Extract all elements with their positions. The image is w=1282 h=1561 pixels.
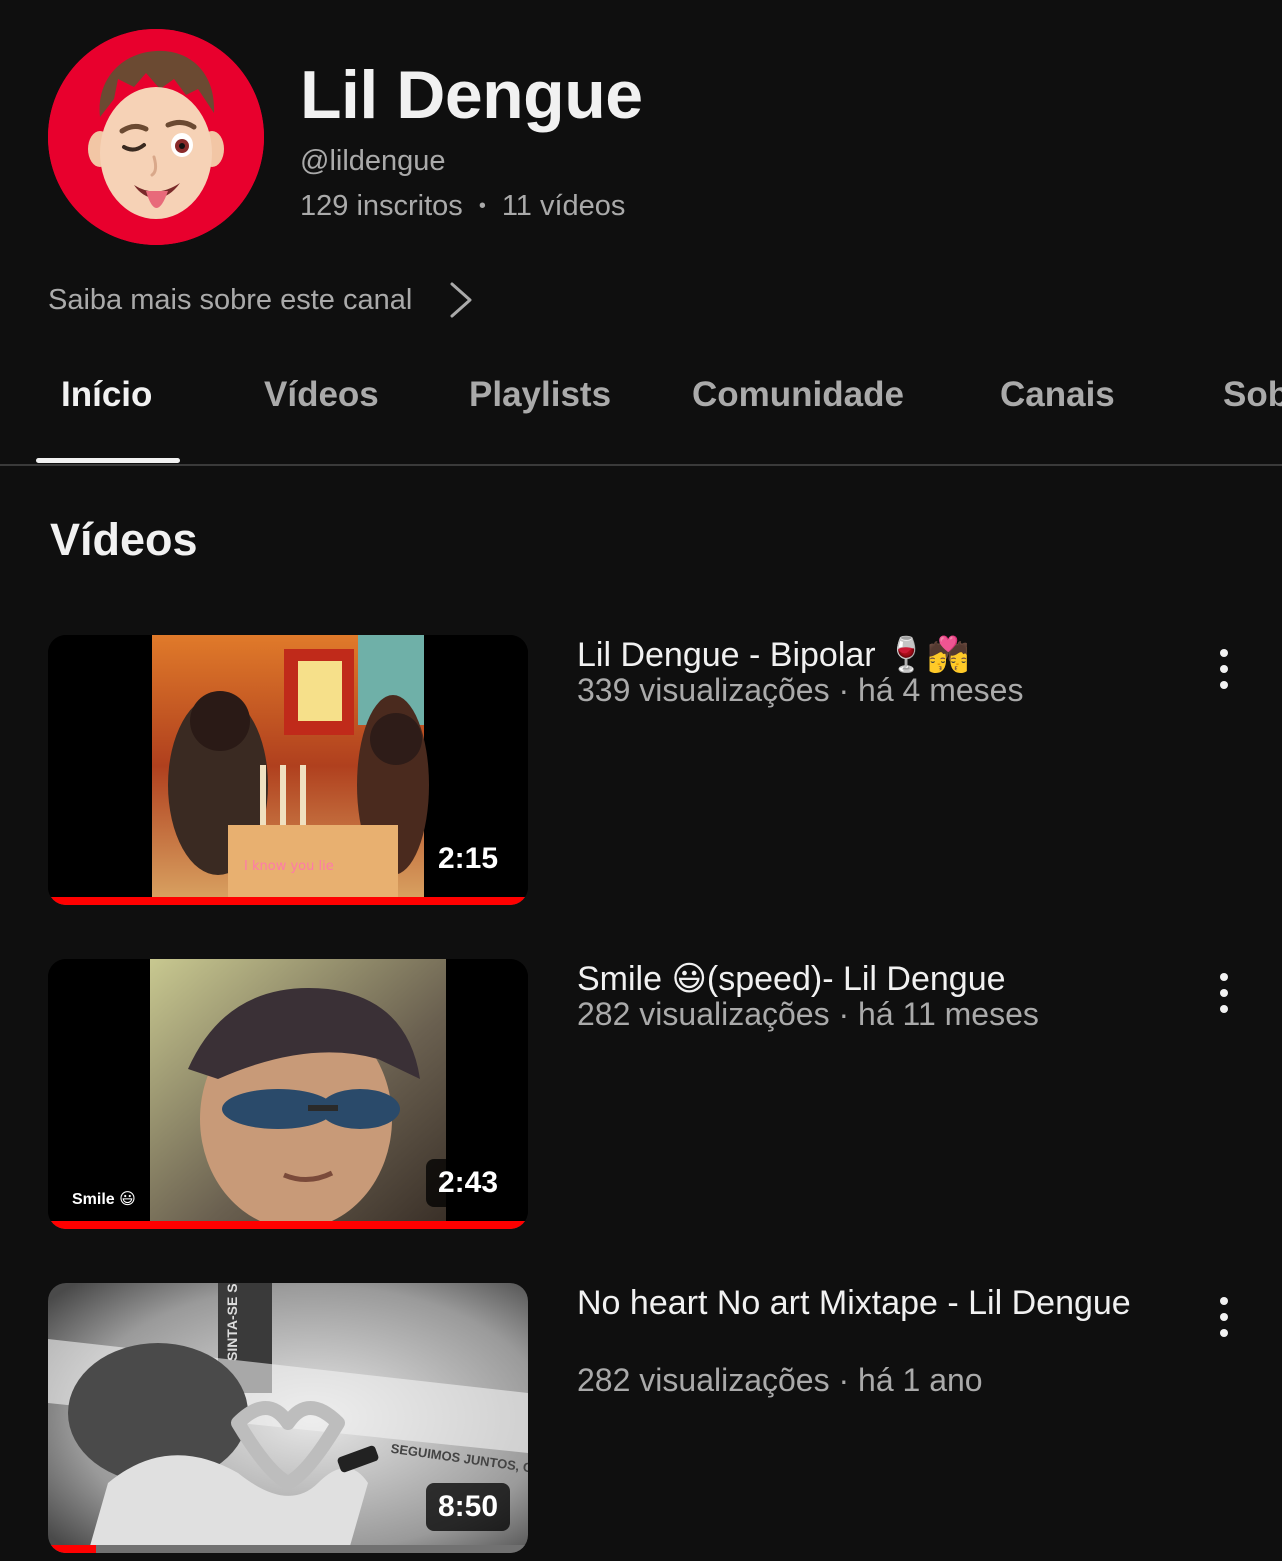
video-thumbnail[interactable]: SINTA-SE SEU SEGUIMOS JUNTOS, COM O 8:50 (48, 1283, 528, 1553)
watch-progress-bar (48, 897, 528, 905)
video-thumbnail[interactable]: Smile 😃 2:43 (48, 959, 528, 1229)
video-title[interactable]: No heart No art Mixtape - Lil Dengue (577, 1283, 1137, 1324)
tab-playlists[interactable]: Playlists (469, 360, 611, 430)
video-item[interactable]: Smile 😃 2:43 Smile 😃(speed)- Lil Dengue … (0, 959, 1282, 1231)
video-duration: 2:43 (425, 1159, 510, 1207)
channel-stats: 129 inscritos • 11 vídeos (300, 188, 625, 224)
video-item[interactable]: SINTA-SE SEU SEGUIMOS JUNTOS, COM O 8:50… (0, 1283, 1282, 1555)
more-vertical-icon (1220, 649, 1228, 689)
tabs-divider (0, 464, 1282, 466)
more-vertical-icon (1220, 973, 1228, 1013)
video-more-button[interactable] (1206, 1291, 1242, 1347)
stats-separator: • (478, 195, 486, 217)
channel-page: Lil Dengue @lildengue 129 inscritos • 11… (0, 0, 1282, 1561)
video-duration: 8:50 (425, 1483, 510, 1531)
video-more-button[interactable] (1206, 967, 1242, 1023)
watch-progress-fill (48, 1545, 96, 1553)
tab-canais[interactable]: Canais (1000, 360, 1115, 430)
thumbnail-caption: I know you lie (244, 859, 334, 874)
video-meta: 282 visualizações · há 1 ano (577, 1362, 983, 1398)
about-channel-link[interactable]: Saiba mais sobre este canal (48, 278, 476, 322)
watch-progress-fill (48, 897, 528, 905)
channel-handle: @lildengue (300, 145, 446, 177)
video-duration: 2:15 (425, 835, 510, 883)
video-meta: 282 visualizações · há 11 meses (577, 996, 1039, 1032)
tab-videos[interactable]: Vídeos (264, 360, 379, 430)
tab-sobre[interactable]: Sob (1223, 360, 1282, 430)
video-count: 11 vídeos (501, 190, 626, 222)
thumbnail-caption: Smile 😃 (72, 1191, 136, 1208)
active-tab-indicator (36, 458, 180, 463)
about-channel-label: Saiba mais sobre este canal (48, 284, 413, 316)
channel-tabs: Início Vídeos Playlists Comunidade Canai… (0, 360, 1282, 466)
watch-progress-bar (48, 1221, 528, 1229)
video-meta: 339 visualizações · há 4 meses (577, 672, 1024, 708)
channel-avatar[interactable] (48, 29, 264, 245)
tab-comunidade[interactable]: Comunidade (692, 360, 904, 430)
watch-progress-fill (48, 1221, 528, 1229)
video-more-button[interactable] (1206, 643, 1242, 699)
section-title: Vídeos (50, 514, 198, 565)
memoji-avatar-icon (48, 29, 264, 245)
video-thumbnail[interactable]: I know you lie 2:15 (48, 635, 528, 905)
thumbnail-caption: SINTA-SE SEU (224, 1283, 240, 1361)
more-vertical-icon (1220, 1297, 1228, 1337)
video-title[interactable]: Lil Dengue - Bipolar 🍷💏 (577, 635, 1137, 676)
video-item[interactable]: I know you lie 2:15 Lil Dengue - Bipolar… (0, 635, 1282, 907)
chevron-right-icon (450, 282, 472, 318)
channel-name: Lil Dengue (300, 57, 643, 133)
subscriber-count: 129 inscritos (300, 190, 463, 222)
tab-inicio[interactable]: Início (61, 360, 152, 430)
video-title[interactable]: Smile 😃(speed)- Lil Dengue (577, 959, 1137, 1000)
watch-progress-bar (48, 1545, 528, 1553)
